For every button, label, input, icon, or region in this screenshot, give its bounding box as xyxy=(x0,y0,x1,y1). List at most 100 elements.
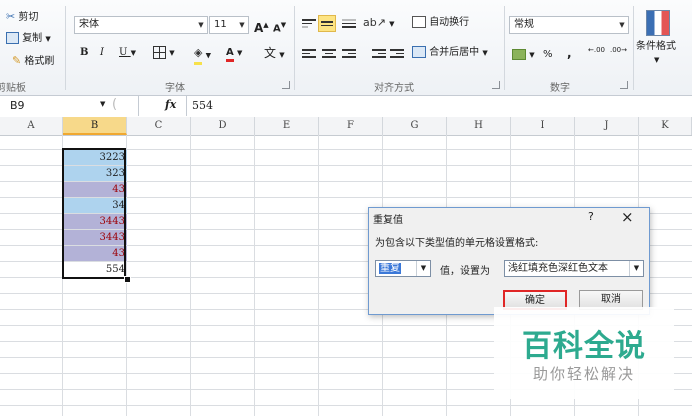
duplicate-values-dialog: 重复值 ? × 为包含以下类型值的单元格设置格式: 重复 ▼ 值，设置为 浅红填… xyxy=(368,207,650,315)
watermark-subtitle: 助你轻松解决 xyxy=(532,365,635,383)
watermark: 百科全说 助你轻松解决 xyxy=(494,307,674,399)
chevron-down-icon: ▼ xyxy=(279,51,285,59)
chevron-down-icon: ▼ xyxy=(482,49,488,57)
value-type-selected: 重复 xyxy=(379,263,401,274)
accounting-format-button[interactable]: ▼ xyxy=(512,46,535,64)
close-button[interactable]: × xyxy=(621,208,634,226)
format-selected: 浅红填充色深红色文本 xyxy=(508,263,608,274)
orientation-icon: ab↗ xyxy=(363,16,386,29)
align-top-icon[interactable] xyxy=(302,17,316,29)
grow-font-glyph: A xyxy=(254,21,264,35)
shrink-font-button[interactable]: A▼ xyxy=(273,16,286,34)
font-name-value: 宋体 xyxy=(79,19,99,30)
chevron-down-icon: ▼ xyxy=(45,35,51,43)
chevron-down-icon: ▼ xyxy=(416,261,430,276)
clipboard-group-label: 剪贴板 xyxy=(0,83,26,94)
format-select[interactable]: 浅红填充色深红色文本 ▼ xyxy=(504,260,644,277)
group-separator xyxy=(65,6,66,90)
alignment-dialog-launcher[interactable] xyxy=(492,81,500,89)
circle-icon: ( xyxy=(112,97,118,112)
chevron-down-icon: ▼ xyxy=(239,21,245,29)
number-format-combo[interactable]: 常规 ▼ xyxy=(509,16,629,34)
column-header-k[interactable]: K xyxy=(639,117,692,135)
orientation-button[interactable]: ab↗ ▼ xyxy=(363,14,395,32)
wrap-text-icon xyxy=(412,16,426,28)
group-separator xyxy=(504,6,505,90)
name-box-value: B9 xyxy=(10,99,25,112)
column-header-g[interactable]: G xyxy=(383,117,447,135)
dialog-title: 重复值 xyxy=(373,215,403,226)
format-painter-label: 格式刷 xyxy=(24,56,55,67)
formula-separator xyxy=(186,96,187,116)
comma-style-button[interactable]: , xyxy=(567,44,572,62)
up-arrow-icon: ▲ xyxy=(263,21,269,29)
comma-glyph: , xyxy=(567,46,572,60)
column-header-j[interactable]: J xyxy=(575,117,639,135)
increase-decimal-button[interactable]: ←.00 xyxy=(588,46,605,64)
grid-line xyxy=(0,405,692,406)
percent-button[interactable]: % xyxy=(543,46,553,64)
formula-input[interactable]: 554 xyxy=(192,99,213,112)
column-header-h[interactable]: H xyxy=(447,117,511,135)
chevron-down-icon: ▼ xyxy=(100,100,106,108)
font-color-button[interactable]: A ▼ xyxy=(226,44,242,62)
paintbrush-icon: ✎ xyxy=(12,54,22,67)
fill-handle[interactable] xyxy=(124,276,131,283)
column-header-e[interactable]: E xyxy=(255,117,319,135)
merge-center-button[interactable]: 合并后居中 ▼ xyxy=(412,44,488,62)
wrap-text-button[interactable]: 自动换行 xyxy=(412,14,469,32)
number-format-value: 常规 xyxy=(514,19,534,30)
column-header-c[interactable]: C xyxy=(127,117,191,135)
font-name-combo[interactable]: 宋体 ▼ xyxy=(74,16,208,34)
increase-indent-icon[interactable] xyxy=(390,47,404,59)
phonetic-glyph: 文 xyxy=(264,46,277,60)
chevron-down-icon: ▼ xyxy=(236,49,243,57)
cancel-label: 取消 xyxy=(601,294,621,305)
value-type-select[interactable]: 重复 ▼ xyxy=(375,260,431,277)
column-header-a[interactable]: A xyxy=(0,117,63,135)
value-label: 值，设置为 xyxy=(440,266,490,277)
decrease-decimal-button[interactable]: .00→ xyxy=(610,46,627,64)
ok-label: 确定 xyxy=(525,295,545,306)
dialog-description: 为包含以下类型值的单元格设置格式: xyxy=(375,238,539,249)
conditional-format-icon[interactable] xyxy=(646,10,670,36)
conditional-format-button[interactable]: 条件格式 xyxy=(636,38,676,56)
align-middle-icon[interactable] xyxy=(318,15,336,32)
decrease-indent-icon[interactable] xyxy=(372,47,386,59)
font-size-combo[interactable]: 11 ▼ xyxy=(209,16,249,34)
align-center-icon[interactable] xyxy=(322,47,336,59)
grow-font-button[interactable]: A▲ xyxy=(254,16,269,35)
font-dialog-launcher[interactable] xyxy=(282,81,290,89)
down-arrow-icon: ▼ xyxy=(280,21,287,29)
align-bottom-icon[interactable] xyxy=(342,17,356,29)
borders-button[interactable]: ▼ xyxy=(153,44,175,62)
bold-button[interactable]: B xyxy=(80,44,88,62)
format-painter-button[interactable]: ✎ 格式刷 xyxy=(12,52,54,70)
name-box[interactable]: B9 ▼ ( xyxy=(0,96,139,116)
phonetic-button[interactable]: 文 ▼ xyxy=(264,44,285,62)
watermark-title: 百科全说 xyxy=(522,329,646,364)
column-header-f[interactable]: F xyxy=(319,117,383,135)
column-header-i[interactable]: I xyxy=(511,117,575,135)
increase-decimal-glyph: .00 xyxy=(593,46,606,54)
ribbon: ✂ 剪切 复制 ▼ ✎ 格式刷 剪贴板 宋体 ▼ 11 ▼ A▲ A▼ B I … xyxy=(0,0,692,96)
italic-button[interactable]: I xyxy=(100,44,104,62)
decrease-decimal-glyph: .00 xyxy=(610,46,622,54)
align-right-icon[interactable] xyxy=(342,47,356,59)
align-left-icon[interactable] xyxy=(302,47,316,59)
conditional-format-label: 条件格式 xyxy=(636,41,676,52)
insert-function-button[interactable]: fx xyxy=(165,98,176,111)
copy-button[interactable]: 复制 ▼ xyxy=(6,30,51,48)
column-header-b[interactable]: B xyxy=(63,117,127,135)
wrap-text-label: 自动换行 xyxy=(429,17,470,28)
cut-button[interactable]: ✂ 剪切 xyxy=(6,8,38,26)
selection-border xyxy=(62,148,126,279)
underline-button[interactable]: U ▼ xyxy=(119,44,136,62)
fill-color-button[interactable]: ◈ ▼ xyxy=(194,44,211,65)
copy-icon xyxy=(6,32,19,44)
column-header-d[interactable]: D xyxy=(191,117,255,135)
formula-bar: B9 ▼ ( fx 554 xyxy=(0,96,692,118)
group-separator xyxy=(633,6,634,90)
help-button[interactable]: ? xyxy=(588,210,594,223)
number-dialog-launcher[interactable] xyxy=(620,81,628,89)
